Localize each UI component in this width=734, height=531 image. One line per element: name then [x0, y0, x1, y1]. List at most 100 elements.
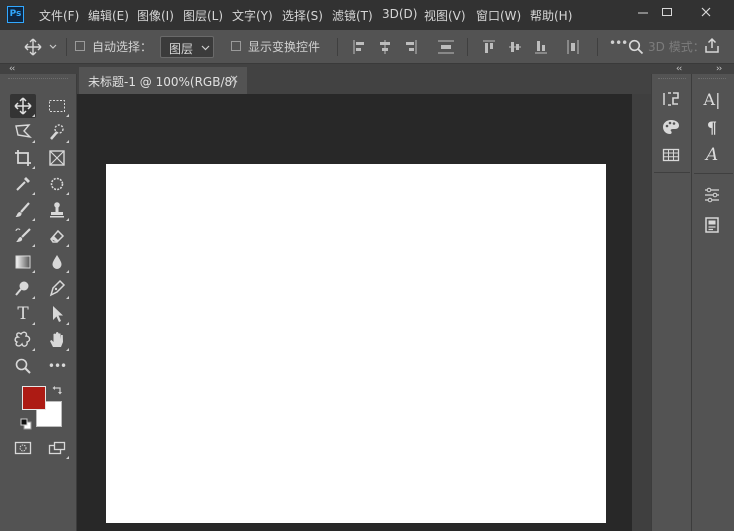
- collapse-panels-left-button[interactable]: ‹‹: [676, 64, 682, 74]
- align-top-icon[interactable]: [482, 39, 496, 55]
- auto-select-label: 自动选择：: [92, 40, 153, 54]
- document-tab-title: 未标题-1 @ 100%(RGB/8): [88, 75, 237, 89]
- type-tool[interactable]: T: [10, 302, 36, 326]
- collapse-panels-right-button[interactable]: ››: [716, 64, 722, 74]
- restore-button[interactable]: [648, 0, 686, 23]
- zoom-tool[interactable]: [10, 354, 36, 378]
- tables-panel-button[interactable]: [659, 144, 683, 166]
- marquee-tool[interactable]: [44, 94, 70, 118]
- menu-filter[interactable]: 滤镜(T): [332, 7, 373, 24]
- libraries-panel-button[interactable]: [700, 214, 724, 236]
- close-tab-button[interactable]: ×: [229, 72, 239, 86]
- pen-tool[interactable]: [44, 276, 70, 300]
- menu-window[interactable]: 窗口(W): [476, 7, 521, 24]
- toolbar-grip[interactable]: [8, 78, 68, 81]
- crop-tool[interactable]: [10, 146, 36, 170]
- document-tab[interactable]: 未标题-1 @ 100%(RGB/8) ×: [79, 67, 247, 94]
- move-tool-preset[interactable]: [24, 37, 58, 57]
- screen-mode-icon: [48, 441, 66, 455]
- healing-tool[interactable]: [44, 172, 70, 196]
- align-horizontal-center-icon[interactable]: [378, 39, 392, 55]
- align-right-icon[interactable]: [404, 39, 418, 55]
- glyphs-icon: A: [705, 145, 719, 165]
- path-select-tool[interactable]: [44, 302, 70, 326]
- hand-tool[interactable]: [44, 328, 70, 352]
- menu-file[interactable]: 文件(F): [39, 7, 79, 24]
- mode-3d-label: 3D 模式：: [648, 40, 705, 54]
- options-bar: 自动选择： 图层 显示变换控件 ••• 3D 模式：: [0, 30, 734, 64]
- move-tool[interactable]: [10, 94, 36, 118]
- libraries-icon: [705, 217, 719, 233]
- eraser-tool[interactable]: [44, 224, 70, 248]
- rectangle-marquee-icon: [49, 100, 65, 112]
- magnifier-icon: [15, 358, 31, 374]
- align-vertical-center-icon[interactable]: [508, 39, 522, 55]
- swatches-panel-button[interactable]: [659, 116, 683, 138]
- menu-layer[interactable]: 图层(L): [183, 7, 223, 24]
- default-colors-icon[interactable]: [20, 418, 32, 430]
- shape-tool[interactable]: [10, 328, 36, 352]
- restore-icon: [662, 7, 672, 16]
- dodge-tool[interactable]: [10, 276, 36, 300]
- auto-select-target-dropdown[interactable]: 图层: [160, 36, 214, 58]
- blur-tool[interactable]: [44, 250, 70, 274]
- character-icon: A|: [703, 89, 721, 109]
- frame-tool[interactable]: [44, 146, 70, 170]
- stamp-tool[interactable]: [44, 198, 70, 222]
- ellipsis-icon: •••: [47, 359, 67, 373]
- eyedropper-icon: [16, 177, 30, 191]
- share-icon[interactable]: [703, 37, 721, 55]
- screen-mode-button[interactable]: [44, 436, 70, 460]
- brush-tool[interactable]: [10, 198, 36, 222]
- menu-type[interactable]: 文字(Y): [232, 7, 273, 24]
- search-icon[interactable]: [628, 39, 644, 55]
- properties-panel-button[interactable]: [700, 184, 724, 206]
- history-brush-tool[interactable]: [10, 224, 36, 248]
- paragraph-panel-button[interactable]: ¶: [700, 116, 724, 138]
- align-bottom-icon[interactable]: [534, 39, 548, 55]
- more-tools[interactable]: •••: [44, 354, 70, 378]
- hand-icon: [50, 332, 63, 347]
- character-panel-button[interactable]: A|: [700, 88, 724, 110]
- close-window-button[interactable]: [687, 0, 725, 23]
- move-icon: [14, 97, 32, 115]
- document-canvas[interactable]: [106, 164, 606, 523]
- panel-dock-column-2: A| ¶ A: [691, 74, 734, 531]
- show-transform-checkbox[interactable]: [231, 41, 241, 51]
- clone-stamp-icon: [50, 202, 64, 218]
- collapse-toolbar-button[interactable]: ‹‹: [9, 64, 15, 74]
- blur-drop-icon: [52, 255, 62, 269]
- history-brush-icon: [15, 228, 31, 242]
- history-icon: [663, 92, 679, 106]
- auto-select-target-value: 图层: [169, 42, 194, 56]
- glyphs-panel-button[interactable]: A: [700, 144, 724, 166]
- history-panel-button[interactable]: [659, 88, 683, 110]
- auto-select-checkbox[interactable]: [75, 41, 85, 51]
- type-icon: T: [17, 304, 29, 324]
- quick-select-tool[interactable]: [44, 120, 70, 144]
- eyedropper-tool[interactable]: [10, 172, 36, 196]
- menu-help[interactable]: 帮助(H): [530, 7, 572, 24]
- chevron-down-icon: [201, 45, 210, 51]
- adjustments-icon: [705, 187, 719, 203]
- menu-image[interactable]: 图像(I): [137, 7, 174, 24]
- swap-colors-icon[interactable]: [52, 385, 63, 396]
- lasso-tool[interactable]: [10, 120, 36, 144]
- gradient-tool[interactable]: [10, 250, 36, 274]
- close-icon: [701, 7, 711, 16]
- menu-edit[interactable]: 编辑(E): [88, 7, 129, 24]
- vertical-scrollbar[interactable]: [632, 94, 651, 531]
- align-left-icon[interactable]: [352, 39, 366, 55]
- distribute-horizontal-icon[interactable]: [566, 39, 580, 55]
- more-options-button[interactable]: •••: [609, 36, 628, 50]
- foreground-color-swatch[interactable]: [22, 386, 46, 410]
- custom-shape-icon: [14, 331, 31, 347]
- menu-select[interactable]: 选择(S): [282, 7, 323, 24]
- menu-3d[interactable]: 3D(D): [382, 7, 417, 21]
- distribute-vertical-icon[interactable]: [437, 39, 455, 55]
- gradient-icon: [15, 255, 31, 269]
- quick-mask-button[interactable]: [10, 436, 36, 460]
- menu-view[interactable]: 视图(V): [424, 7, 466, 24]
- dodge-icon: [15, 281, 29, 296]
- move-icon: [24, 38, 57, 56]
